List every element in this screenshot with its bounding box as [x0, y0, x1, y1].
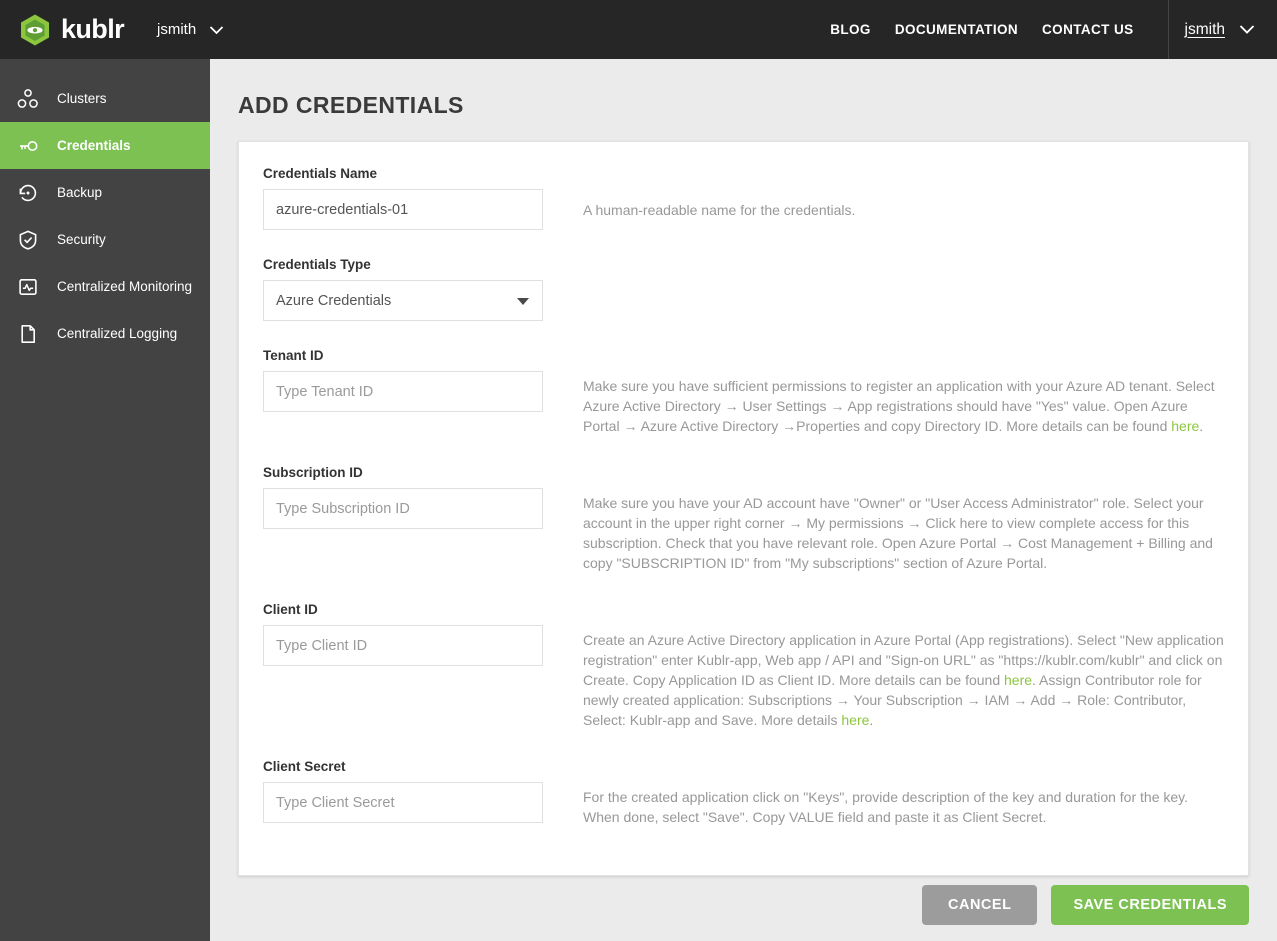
tenant-id-label: Tenant ID: [263, 348, 324, 363]
client-id-help-link-1[interactable]: here: [1004, 672, 1032, 688]
tenant-id-help: Make sure you have sufficient permission…: [583, 348, 1224, 436]
field-client-id: Client ID Create an Azure Active Directo…: [263, 602, 1224, 730]
tenant-id-help-link[interactable]: here: [1171, 418, 1199, 434]
client-id-help: Create an Azure Active Directory applica…: [583, 602, 1224, 730]
sidebar-label: Centralized Monitoring: [57, 279, 193, 294]
sidebar-item-credentials[interactable]: Credentials: [0, 122, 210, 169]
sidebar-label: Backup: [57, 185, 103, 200]
form-actions: CANCEL SAVE CREDENTIALS: [922, 885, 1249, 925]
top-bar: kublr jsmith BLOG DOCUMENTATION CONTACT …: [0, 0, 1277, 59]
add-credentials-card: Credentials Name A human-readable name f…: [238, 141, 1249, 876]
credentials-type-select[interactable]: Azure Credentials: [263, 280, 543, 321]
user-menu-label: jsmith: [1184, 20, 1225, 38]
subscription-id-input[interactable]: [263, 488, 543, 529]
subscription-id-label: Subscription ID: [263, 465, 363, 480]
subscription-id-help: Make sure you have your AD account have …: [583, 495, 1213, 571]
sidebar: Clusters Credentials Backup Security Cen…: [0, 59, 210, 941]
brand-name: kublr: [61, 14, 125, 44]
client-secret-help: For the created application click on "Ke…: [583, 789, 1189, 825]
tenant-id-help-text: Make sure you have sufficient permission…: [583, 378, 1215, 434]
brand-username[interactable]: jsmith: [157, 21, 196, 38]
kublr-hexagon-logo: [18, 13, 52, 47]
document-icon: [16, 322, 40, 346]
client-id-help-suffix: .: [869, 712, 874, 728]
user-menu[interactable]: jsmith: [1185, 21, 1277, 39]
nav-divider: [1167, 0, 1169, 59]
credentials-name-input[interactable]: [263, 189, 543, 230]
sidebar-item-centralized-monitoring[interactable]: Centralized Monitoring: [0, 263, 210, 310]
tenant-id-help-suffix: .: [1199, 418, 1204, 434]
shield-check-icon: [16, 228, 40, 252]
nav-documentation[interactable]: DOCUMENTATION: [883, 22, 1030, 37]
sidebar-item-clusters[interactable]: Clusters: [0, 75, 210, 122]
nav-contact-us[interactable]: CONTACT US: [1030, 22, 1146, 37]
field-credentials-type: Credentials Type Azure Credentials: [263, 257, 1224, 321]
sidebar-label: Security: [57, 232, 106, 247]
chevron-down-icon[interactable]: [209, 25, 224, 35]
field-credentials-name: Credentials Name A human-readable name f…: [263, 166, 1224, 230]
nav-blog[interactable]: BLOG: [818, 22, 883, 37]
sidebar-item-centralized-logging[interactable]: Centralized Logging: [0, 310, 210, 357]
clusters-icon: [16, 87, 40, 111]
chevron-down-icon: [1239, 24, 1255, 35]
sidebar-label: Clusters: [57, 91, 107, 106]
cancel-button[interactable]: CANCEL: [922, 885, 1038, 925]
field-subscription-id: Subscription ID Make sure you have your …: [263, 465, 1224, 573]
credentials-type-label: Credentials Type: [263, 257, 371, 272]
credentials-name-label: Credentials Name: [263, 166, 378, 181]
tenant-id-input[interactable]: [263, 371, 543, 412]
sidebar-item-security[interactable]: Security: [0, 216, 210, 263]
field-client-secret: Client Secret For the created applicatio…: [263, 759, 1224, 827]
backup-restore-icon: [16, 181, 40, 205]
key-icon: [16, 134, 40, 158]
credentials-name-help: A human-readable name for the credential…: [583, 202, 856, 218]
main-content: ADD CREDENTIALS Credentials Name A human…: [210, 59, 1277, 941]
client-id-label: Client ID: [263, 602, 318, 617]
sidebar-item-backup[interactable]: Backup: [0, 169, 210, 216]
save-credentials-button[interactable]: SAVE CREDENTIALS: [1051, 885, 1249, 925]
page-title: ADD CREDENTIALS: [238, 92, 464, 118]
sidebar-label: Centralized Logging: [57, 326, 178, 341]
monitoring-pulse-icon: [16, 275, 40, 299]
client-id-input[interactable]: [263, 625, 543, 666]
client-secret-label: Client Secret: [263, 759, 346, 774]
client-id-help-link-2[interactable]: here: [841, 712, 869, 728]
client-secret-input[interactable]: [263, 782, 543, 823]
sidebar-label: Credentials: [57, 138, 131, 153]
field-tenant-id: Tenant ID Make sure you have sufficient …: [263, 348, 1224, 436]
top-navigation: BLOG DOCUMENTATION CONTACT US jsmith: [818, 0, 1277, 59]
brand-area[interactable]: kublr jsmith: [0, 13, 224, 47]
